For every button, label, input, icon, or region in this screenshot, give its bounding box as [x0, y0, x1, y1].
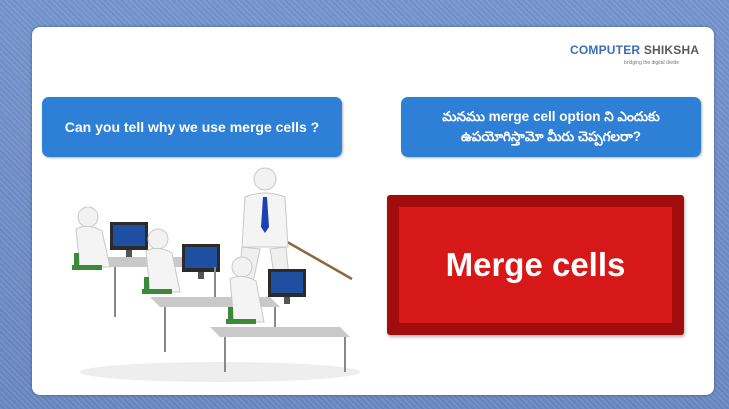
- logo-title: COMPUTER SHIKSHA: [570, 43, 699, 57]
- monitor-3: [268, 269, 306, 304]
- computer-shiksha-logo: COMPUTER SHIKSHA bridging the digital di…: [570, 41, 702, 75]
- student-1: [72, 206, 111, 270]
- logo-part2: SHIKSHA: [643, 43, 700, 57]
- student-3: [226, 256, 265, 324]
- topic-label: Merge cells: [399, 207, 672, 323]
- topic-box: Merge cells: [387, 195, 684, 335]
- monitor-1: [110, 222, 148, 257]
- question-english: Can you tell why we use merge cells ?: [42, 97, 342, 157]
- logo-tagline: bridging the digital divide: [624, 60, 680, 66]
- question-telugu: మనము merge cell option ని ఎందుకు ఉపయోగిస…: [401, 97, 701, 157]
- slide: COMPUTER SHIKSHA bridging the digital di…: [32, 27, 714, 395]
- logo-part1: COMPUTER: [570, 43, 641, 57]
- classroom-illustration: [72, 167, 360, 382]
